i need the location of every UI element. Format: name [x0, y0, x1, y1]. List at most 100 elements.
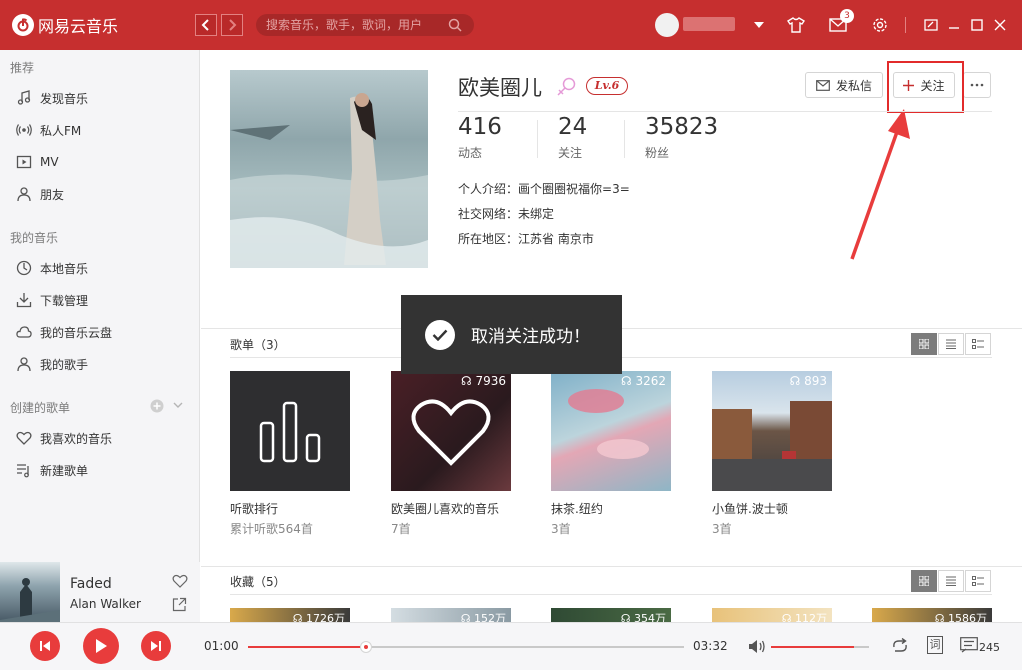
stat-events-value[interactable]: 416	[458, 114, 502, 140]
user-avatar[interactable]	[655, 13, 679, 37]
annotation-arrow-icon	[850, 109, 910, 260]
playlist-queue-button[interactable]	[960, 637, 978, 656]
playlist-card[interactable]: ☊ 7936 欧美圈儿喜欢的音乐 7首	[391, 371, 511, 537]
add-playlist-button[interactable]	[150, 399, 164, 416]
collapse-playlists-button[interactable]	[172, 399, 184, 414]
sidebar-item-mv[interactable]: MV	[16, 150, 59, 174]
sidebar-item-discover[interactable]: 发现音乐	[16, 86, 88, 110]
play-count: ☊ 1726万	[293, 610, 345, 622]
playlist-card[interactable]: 听歌排行 累计听歌564首	[230, 371, 350, 537]
grid-view-button[interactable]	[911, 333, 937, 355]
settings-button[interactable]	[869, 14, 891, 36]
more-button[interactable]	[963, 72, 991, 98]
stat-fans-value[interactable]: 35823	[645, 114, 718, 140]
info-key: 个人介绍：	[458, 182, 519, 196]
detail-view-button[interactable]	[965, 333, 991, 355]
like-button[interactable]	[172, 574, 188, 591]
sidebar-section-title: 我的音乐	[10, 231, 59, 245]
profile-photo	[230, 70, 428, 268]
sidebar-item-label: 我的歌手	[40, 357, 89, 372]
toast-message: 取消关注成功！	[471, 327, 590, 347]
list-view-button[interactable]	[938, 333, 964, 355]
stat-events-label[interactable]: 动态	[458, 144, 482, 161]
info-value: 未绑定	[518, 207, 555, 221]
playlist-title[interactable]: 听歌排行	[230, 500, 350, 517]
collection-card[interactable]: ☊ 112万	[712, 608, 832, 622]
info-key: 所在地区：	[458, 232, 519, 246]
close-button[interactable]	[989, 14, 1011, 36]
minimize-button[interactable]	[943, 14, 965, 36]
maximize-button[interactable]	[966, 14, 988, 36]
sidebar-section-title: 推荐	[10, 61, 35, 75]
sidebar-item-downloads[interactable]: 下载管理	[16, 288, 88, 312]
female-gender-icon	[556, 75, 578, 100]
sidebar-item-singers[interactable]: 我的歌手	[16, 352, 88, 376]
app-logo[interactable]: 网易云音乐	[12, 13, 118, 37]
progress-knob[interactable]	[360, 641, 372, 653]
close-icon	[994, 19, 1006, 31]
sidebar-item-fm[interactable]: 私人FM	[16, 118, 81, 142]
playlist-title[interactable]: 小鱼饼.波士顿	[712, 500, 832, 517]
sidebar-item-new-playlist[interactable]: 新建歌单	[16, 458, 88, 482]
sidebar-item-friends[interactable]: 朋友	[16, 182, 64, 206]
send-message-button[interactable]: 发私信	[805, 72, 883, 98]
sidebar-item-local-music[interactable]: 本地音乐	[16, 256, 88, 280]
playlist-card[interactable]: ☊ 3262 抹茶.纽约 3首	[551, 371, 671, 537]
previous-button[interactable]	[30, 631, 60, 661]
divider	[458, 111, 992, 112]
send-message-label: 发私信	[835, 78, 872, 93]
playlist-title[interactable]: 欧美圈儿喜欢的音乐	[391, 500, 511, 517]
current-time: 01:00	[204, 639, 239, 653]
video-icon	[16, 155, 32, 169]
playlist-subtitle: 3首	[712, 522, 732, 536]
playlist-cover[interactable]: ☊ 893	[712, 371, 832, 491]
grid-view-button[interactable]	[911, 570, 937, 592]
now-playing-artist[interactable]: Alan Walker	[70, 597, 141, 611]
chevron-down-icon	[173, 402, 183, 408]
stat-following-label[interactable]: 关注	[558, 144, 582, 161]
search-input[interactable]	[266, 18, 448, 32]
stat-following-value[interactable]: 24	[558, 114, 587, 140]
user-menu-dropdown[interactable]	[748, 14, 770, 36]
play-button[interactable]	[83, 628, 119, 664]
sidebar-item-cloud[interactable]: 我的音乐云盘	[16, 320, 112, 344]
skin-button[interactable]	[785, 14, 807, 36]
play-count: ☊ 3262	[620, 374, 666, 388]
friends-icon	[17, 187, 31, 202]
now-playing-cover[interactable]	[0, 562, 60, 622]
local-music-icon	[16, 260, 32, 276]
mini-mode-button[interactable]	[920, 14, 942, 36]
detail-view-button[interactable]	[965, 570, 991, 592]
playlist-title[interactable]: 抹茶.纽约	[551, 500, 671, 517]
back-button[interactable]	[195, 14, 217, 36]
stat-fans-label[interactable]: 粉丝	[645, 144, 669, 161]
queue-count: 245	[979, 641, 1000, 654]
loop-mode-button[interactable]	[891, 637, 909, 657]
next-button[interactable]	[141, 631, 171, 661]
playlist-card[interactable]: ☊ 893 小鱼饼.波士顿 3首	[712, 371, 832, 537]
search-box[interactable]	[256, 14, 474, 36]
sidebar-item-liked-music[interactable]: 我喜欢的音乐	[16, 426, 112, 450]
lyrics-button[interactable]: 词	[927, 636, 943, 654]
search-icon[interactable]	[448, 18, 462, 32]
divider	[537, 120, 538, 158]
grid-icon	[919, 339, 929, 349]
now-playing-panel[interactable]: Faded Alan Walker	[0, 562, 200, 622]
collection-card[interactable]: ☊ 1726万	[230, 608, 350, 622]
collection-card[interactable]: ☊ 1586万	[872, 608, 992, 622]
divider	[230, 594, 992, 595]
playlist-cover[interactable]: ☊ 3262	[551, 371, 671, 491]
playlist-cover[interactable]: ☊ 7936	[391, 371, 511, 491]
sidebar-item-label: 朋友	[40, 187, 65, 202]
playlist-cover[interactable]	[230, 371, 350, 491]
volume-icon	[749, 640, 765, 653]
info-value: 画个圈圈祝福你=3=	[518, 182, 630, 196]
volume-button[interactable]	[748, 639, 766, 657]
forward-button[interactable]	[221, 14, 243, 36]
message-count-badge: 3	[840, 9, 854, 23]
collection-card[interactable]: ☊ 152万	[391, 608, 511, 622]
collection-card[interactable]: ☊ 354万	[551, 608, 671, 622]
list-view-button[interactable]	[938, 570, 964, 592]
user-name-blurred[interactable]	[683, 17, 735, 31]
share-button[interactable]	[172, 597, 187, 615]
